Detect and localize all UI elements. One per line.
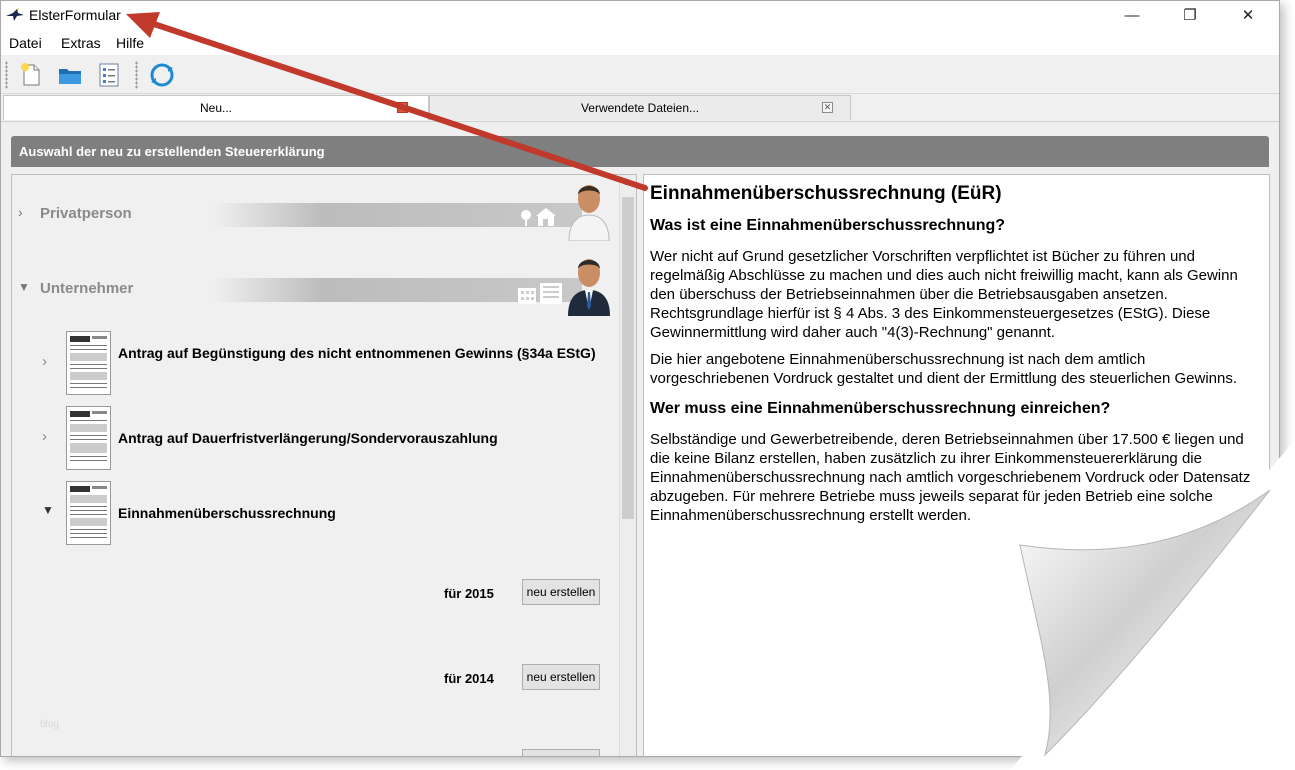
- tab-verwendete-dateien[interactable]: Verwendete Dateien... ✕: [429, 95, 851, 120]
- form-item-34a[interactable]: › Antrag auf Begünstigung des nicht entn…: [12, 329, 612, 397]
- detail-paragraph: Die hier angebotene Einnahmenüberschussr…: [650, 351, 1237, 387]
- menu-bar: Datei Extras Hilfe: [1, 31, 1279, 55]
- restore-button[interactable]: ❐: [1167, 1, 1213, 31]
- category-label: Unternehmer: [40, 280, 134, 297]
- form-item-label: Einnahmenüberschussrechnung: [118, 505, 336, 521]
- refresh-icon[interactable]: [148, 61, 176, 89]
- create-2013-button[interactable]: [522, 749, 600, 756]
- toolbar-separator: [135, 61, 138, 89]
- year-label-2014: für 2014: [444, 671, 494, 686]
- form-thumbnail: [66, 406, 111, 470]
- tab-label: Neu...: [199, 101, 232, 115]
- chevron-right-icon[interactable]: ›: [42, 428, 47, 445]
- menu-hilfe[interactable]: Hilfe: [116, 35, 144, 51]
- chevron-down-icon[interactable]: ▼: [42, 503, 54, 517]
- app-window: ElsterFormular — ❐ ✕ Datei Extras Hilfe: [0, 0, 1280, 757]
- detail-panel: Einnahmenüberschussrechnung (EüR) Was is…: [643, 174, 1270, 756]
- form-item-euer[interactable]: ▼ Einnahmenüberschussrechnung: [12, 479, 612, 547]
- business-person-avatar: [568, 259, 610, 316]
- form-selection-tree: › Privatperson ▼ Unternehmer › Antrag au…: [11, 174, 637, 756]
- menu-datei[interactable]: Datei: [9, 35, 42, 51]
- tab-bar: Neu... ✕ Verwendete Dateien... ✕: [1, 94, 1279, 122]
- window-title: ElsterFormular: [29, 7, 121, 23]
- create-2015-button[interactable]: neu erstellen: [522, 579, 600, 605]
- category-privatperson[interactable]: › Privatperson: [12, 181, 612, 241]
- house-tree-icon: [521, 208, 556, 226]
- checklist-icon[interactable]: [95, 61, 123, 89]
- category-label: Privatperson: [40, 205, 132, 222]
- watermark-text: blog: [40, 719, 59, 730]
- tab-label: Verwendete Dateien...: [580, 101, 700, 115]
- close-button[interactable]: ✕: [1225, 1, 1271, 31]
- form-thumbnail: [66, 331, 111, 395]
- detail-heading-who: Wer muss eine Einnahmenüberschussrechnun…: [650, 400, 1111, 417]
- chevron-down-icon[interactable]: ▼: [18, 280, 30, 294]
- open-folder-icon[interactable]: [56, 61, 84, 89]
- chevron-right-icon[interactable]: ›: [18, 204, 23, 220]
- year-label-2015: für 2015: [444, 586, 494, 601]
- tab-neu[interactable]: Neu... ✕: [3, 95, 429, 120]
- form-thumbnail: [66, 481, 111, 545]
- private-person-avatar: [568, 185, 610, 241]
- office-building-icon: [518, 283, 562, 304]
- chevron-right-icon[interactable]: ›: [42, 353, 47, 370]
- title-bar[interactable]: ElsterFormular — ❐ ✕: [1, 1, 1279, 31]
- toolbar-grip[interactable]: [5, 61, 8, 89]
- detail-title: Einnahmenüberschussrechnung (EüR): [650, 183, 1002, 204]
- tab-close-icon[interactable]: ✕: [397, 102, 408, 113]
- scroll-thumb[interactable]: [622, 197, 634, 519]
- form-item-label: Antrag auf Begünstigung des nicht entnom…: [118, 345, 596, 361]
- main-content: Auswahl der neu zu erstellenden Steuerer…: [1, 122, 1279, 756]
- eagle-logo-icon: [6, 8, 24, 21]
- form-item-label: Antrag auf Dauerfristverlängerung/Sonder…: [118, 430, 498, 446]
- detail-heading-what: Was ist eine Einnahmenüberschussrechnung…: [650, 217, 1006, 234]
- new-file-icon[interactable]: [17, 61, 45, 89]
- detail-paragraph: Wer nicht auf Grund gesetzlicher Vorschr…: [650, 248, 1238, 341]
- tab-close-icon[interactable]: ✕: [822, 102, 833, 113]
- category-unternehmer[interactable]: ▼ Unternehmer: [12, 256, 612, 316]
- menu-extras[interactable]: Extras: [61, 35, 101, 51]
- scroll-up-icon[interactable]: ▲: [620, 177, 636, 191]
- section-header: Auswahl der neu zu erstellenden Steuerer…: [11, 136, 1269, 167]
- minimize-button[interactable]: —: [1109, 1, 1155, 31]
- toolbar: [1, 57, 1279, 94]
- form-item-dauerfrist[interactable]: › Antrag auf Dauerfristverlängerung/Sond…: [12, 404, 612, 472]
- create-2014-button[interactable]: neu erstellen: [522, 664, 600, 690]
- detail-paragraph: Selbständige und Gewerbetreibende, deren…: [650, 431, 1251, 524]
- vertical-scrollbar[interactable]: ▲: [619, 175, 636, 756]
